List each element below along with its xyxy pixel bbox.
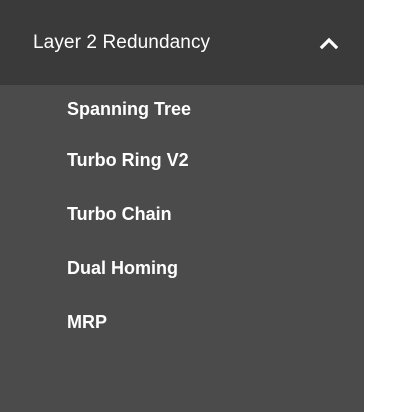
submenu-item-mrp[interactable]: MRP xyxy=(0,295,364,349)
submenu-item-label: Turbo Ring V2 xyxy=(67,149,189,170)
chevron-up-icon[interactable] xyxy=(315,29,343,57)
sidebar-menu: Layer 2 Redundancy Spanning Tree Turbo R… xyxy=(0,0,364,412)
menu-section-layer2-redundancy[interactable]: Layer 2 Redundancy xyxy=(0,0,364,85)
submenu-item-dual-homing[interactable]: Dual Homing xyxy=(0,241,364,295)
menu-section-title: Layer 2 Redundancy xyxy=(33,31,211,53)
submenu-item-label: Turbo Chain xyxy=(67,203,172,224)
submenu-item-turbo-ring-v2[interactable]: Turbo Ring V2 xyxy=(0,133,364,187)
submenu-item-label: MRP xyxy=(67,311,107,332)
submenu-item-label: Spanning Tree xyxy=(67,98,192,119)
submenu-item-turbo-chain[interactable]: Turbo Chain xyxy=(0,187,364,241)
submenu-list: Spanning Tree Turbo Ring V2 Turbo Chain … xyxy=(0,85,364,349)
submenu-item-label: Dual Homing xyxy=(67,257,178,278)
submenu-item-spanning-tree[interactable]: Spanning Tree xyxy=(0,85,364,133)
